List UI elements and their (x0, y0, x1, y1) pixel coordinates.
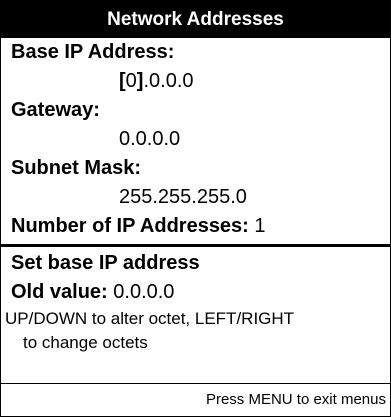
old-value-label: Old value: (11, 281, 108, 303)
edit-section: Set base IP address Old value: 0.0.0.0 (1, 247, 390, 307)
old-value-row: Old value: 0.0.0.0 (11, 278, 390, 307)
help-line-1: UP/DOWN to alter octet, LEFT/RIGHT (5, 309, 295, 328)
subnet-mask-label: Subnet Mask: (11, 157, 142, 179)
ip-count-row: Number of IP Addresses: 1 (11, 212, 390, 241)
network-fields: Base IP Address: [0].0.0.0 Gateway: 0.0.… (1, 38, 390, 241)
base-ip-label: Base IP Address: (11, 41, 175, 63)
gateway-value: 0.0.0.0 (119, 128, 181, 150)
base-ip-value[interactable]: [0].0.0.0 (11, 67, 390, 96)
base-ip-remaining-octets: .0.0.0 (143, 70, 194, 92)
help-text: UP/DOWN to alter octet, LEFT/RIGHT to ch… (1, 307, 390, 355)
ip-count-label: Number of IP Addresses: (11, 215, 249, 237)
lcd-menu-panel: Network Addresses Base IP Address: [0].0… (0, 0, 391, 417)
help-line-2: to change octets (23, 333, 148, 352)
gateway-label: Gateway: (11, 99, 100, 121)
page-title: Network Addresses (1, 1, 390, 38)
subnet-mask-value: 255.255.255.0 (119, 186, 247, 208)
ip-count-value: 1 (254, 215, 266, 237)
status-bar: Press MENU to exit menus (1, 383, 390, 416)
edit-title: Set base IP address (11, 252, 200, 274)
old-value: 0.0.0.0 (113, 281, 175, 303)
selected-octet[interactable]: 0 (126, 70, 137, 92)
cursor-open-bracket: [ (119, 70, 126, 92)
